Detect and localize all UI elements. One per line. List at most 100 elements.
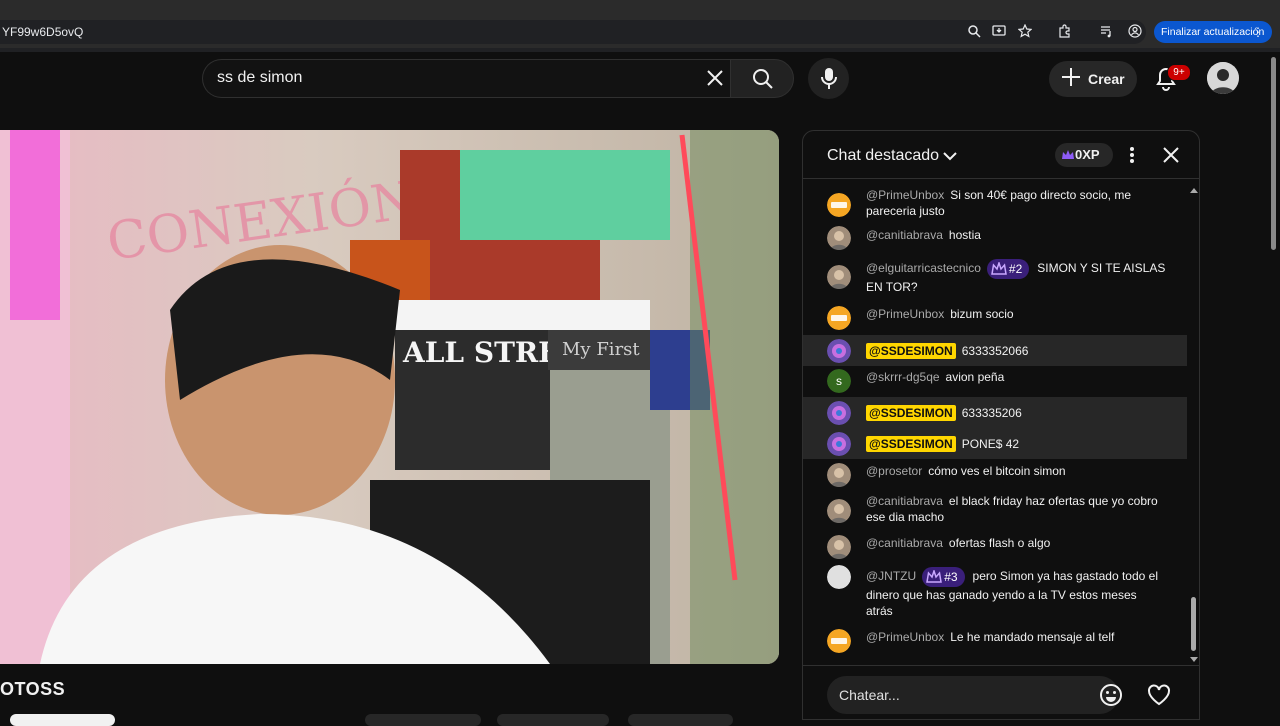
chevron-down-icon[interactable] (943, 149, 957, 163)
author-name[interactable]: @prosetor (866, 464, 922, 478)
owner-avatar[interactable] (827, 431, 851, 456)
create-label: Crear (1088, 71, 1125, 87)
chat-header: Chat destacado 0XP (803, 131, 1199, 179)
author-name[interactable]: @skrrr-dg5qe (866, 370, 940, 384)
chat-message-text: @JNTZU #3 pero Simon ya has gastado todo e… (866, 567, 1166, 619)
action-chip[interactable] (497, 714, 609, 726)
browser-menu-icon[interactable]: ⋮ (1252, 21, 1264, 43)
voice-search-button[interactable] (808, 58, 849, 99)
rank-badge: #2 (986, 259, 1030, 279)
letter-avatar[interactable]: s (827, 369, 851, 393)
wall-sign-text-2: My First (562, 339, 640, 360)
bookmark-star-icon[interactable] (1017, 23, 1033, 40)
zoom-icon[interactable] (966, 24, 982, 40)
chat-message-text: @canitiabrava ofertas flash o algo (866, 535, 1166, 551)
author-name[interactable]: @canitiabrava (866, 536, 943, 550)
rank-badge-label: #3 (944, 570, 958, 584)
chat-input-area (803, 665, 1199, 719)
chat-scrollbar[interactable] (1191, 597, 1196, 651)
message-body: bizum socio (950, 307, 1014, 321)
live-chat-panel: Chat destacado 0XP @PrimeUnbox Si son 40€… (802, 130, 1200, 720)
owner-author-name[interactable]: @SSDESIMON (866, 436, 956, 452)
search-button[interactable] (730, 59, 794, 98)
action-chip[interactable] (365, 714, 481, 726)
chat-message-text: @SSDESIMON 6333352066 (866, 343, 1166, 359)
chat-message-text: @PrimeUnbox bizum socio (866, 306, 1166, 322)
plus-icon (1061, 67, 1081, 89)
default-avatar[interactable] (827, 565, 851, 589)
author-name[interactable]: @canitiabrava (866, 228, 943, 242)
finish-update-button[interactable]: Finalizar actualización ⋮ (1154, 21, 1272, 43)
rank-badge-label: #2 (1008, 262, 1023, 276)
media-control-icon[interactable] (1099, 24, 1115, 40)
owner-author-name[interactable]: @SSDESIMON (866, 343, 956, 359)
user-photo-avatar[interactable] (827, 265, 851, 289)
scroll-up-icon[interactable] (1189, 181, 1199, 193)
browser-top-strip (0, 0, 1280, 16)
notifications-badge: 9+ (1167, 64, 1191, 81)
message-body: 6333352066 (961, 344, 1029, 358)
channel-name[interactable]: OTOSS (0, 679, 65, 700)
chat-message[interactable]: @SSDESIMON PONE$ 42 (803, 428, 1187, 459)
xp-badge[interactable]: 0XP (1055, 143, 1113, 167)
chat-message[interactable]: @prosetor cómo ves el bitcoin simon (803, 463, 1187, 487)
chat-message-text: @skrrr-dg5qe avion peña (866, 369, 1166, 385)
chat-message[interactable]: @SSDESIMON 6333352066 (803, 335, 1187, 366)
subscribe-button[interactable] (10, 714, 115, 726)
scroll-down-icon[interactable] (1189, 651, 1199, 662)
finish-update-label: Finalizar actualización (1161, 26, 1265, 38)
message-body: 633335206 (961, 406, 1022, 420)
chat-message[interactable]: @PrimeUnbox Si son 40€ pago directo socio… (803, 187, 1187, 223)
chat-message[interactable]: @canitiabrava el black friday haz ofertas… (803, 493, 1187, 529)
user-photo-avatar[interactable] (827, 463, 851, 487)
author-name[interactable]: @canitiabrava (866, 494, 943, 508)
message-body: ofertas flash o algo (948, 536, 1051, 550)
chat-message[interactable]: @canitiabrava ofertas flash o algo (803, 535, 1187, 559)
message-body: cómo ves el bitcoin simon (928, 464, 1066, 478)
action-chip[interactable] (628, 714, 733, 726)
search-input[interactable]: ss de simon (217, 69, 302, 87)
user-photo-avatar[interactable] (827, 226, 851, 250)
chat-mode-selector[interactable]: Chat destacado (827, 147, 939, 165)
chat-message[interactable]: s @skrrr-dg5qe avion peña (803, 369, 1187, 393)
prime-unbox-avatar[interactable] (827, 629, 851, 653)
chat-message[interactable]: @elguitarricastecnico #2 SIMON Y SI TE AIS… (803, 257, 1187, 297)
crown-icon (1061, 148, 1075, 162)
prime-unbox-avatar[interactable] (827, 193, 851, 217)
chat-message[interactable]: @PrimeUnbox Le he mandado mensaje al telf (803, 629, 1187, 653)
microphone-icon (821, 68, 837, 89)
chat-messages-list[interactable]: @PrimeUnbox Si son 40€ pago directo socio… (803, 179, 1189, 665)
chat-message-text: @elguitarricastecnico #2 SIMON Y SI TE AIS… (866, 259, 1166, 295)
author-name[interactable]: @elguitarricastecnico (866, 261, 981, 275)
browser-divider (0, 48, 1280, 52)
account-avatar[interactable] (1207, 62, 1239, 94)
author-name[interactable]: @JNTZU (866, 569, 916, 583)
chat-message[interactable]: @PrimeUnbox bizum socio (803, 306, 1187, 330)
clear-search-icon[interactable] (704, 66, 726, 90)
owner-avatar[interactable] (827, 400, 851, 425)
user-photo-avatar[interactable] (827, 535, 851, 559)
chat-message[interactable]: @SSDESIMON 633335206 (803, 397, 1187, 428)
chat-message[interactable]: @JNTZU #3 pero Simon ya has gastado todo e… (803, 565, 1187, 621)
chat-input[interactable] (827, 676, 1119, 714)
chat-message[interactable]: @canitiabrava hostia (803, 226, 1187, 250)
message-body: PONE$ 42 (961, 437, 1020, 451)
owner-avatar[interactable] (827, 338, 851, 363)
emoji-icon[interactable] (1099, 683, 1123, 707)
video-player[interactable]: CONEXIÓN ALL STREET My First (0, 130, 779, 664)
chat-message-text: @canitiabrava el black friday haz ofertas… (866, 493, 1166, 525)
address-bar-url[interactable]: YF99w6D5ovQ (2, 25, 83, 39)
heart-icon[interactable] (1146, 682, 1172, 708)
owner-author-name[interactable]: @SSDESIMON (866, 405, 956, 421)
profile-icon[interactable] (1127, 24, 1143, 40)
user-photo-avatar[interactable] (827, 499, 851, 523)
close-icon[interactable] (1161, 145, 1181, 165)
author-name[interactable]: @PrimeUnbox (866, 630, 944, 644)
more-options-icon[interactable] (1126, 145, 1138, 165)
page-scrollbar[interactable] (1271, 57, 1276, 250)
prime-unbox-avatar[interactable] (827, 306, 851, 330)
author-name[interactable]: @PrimeUnbox (866, 188, 944, 202)
install-icon[interactable] (991, 24, 1007, 40)
author-name[interactable]: @PrimeUnbox (866, 307, 944, 321)
extensions-icon[interactable] (1057, 24, 1073, 40)
